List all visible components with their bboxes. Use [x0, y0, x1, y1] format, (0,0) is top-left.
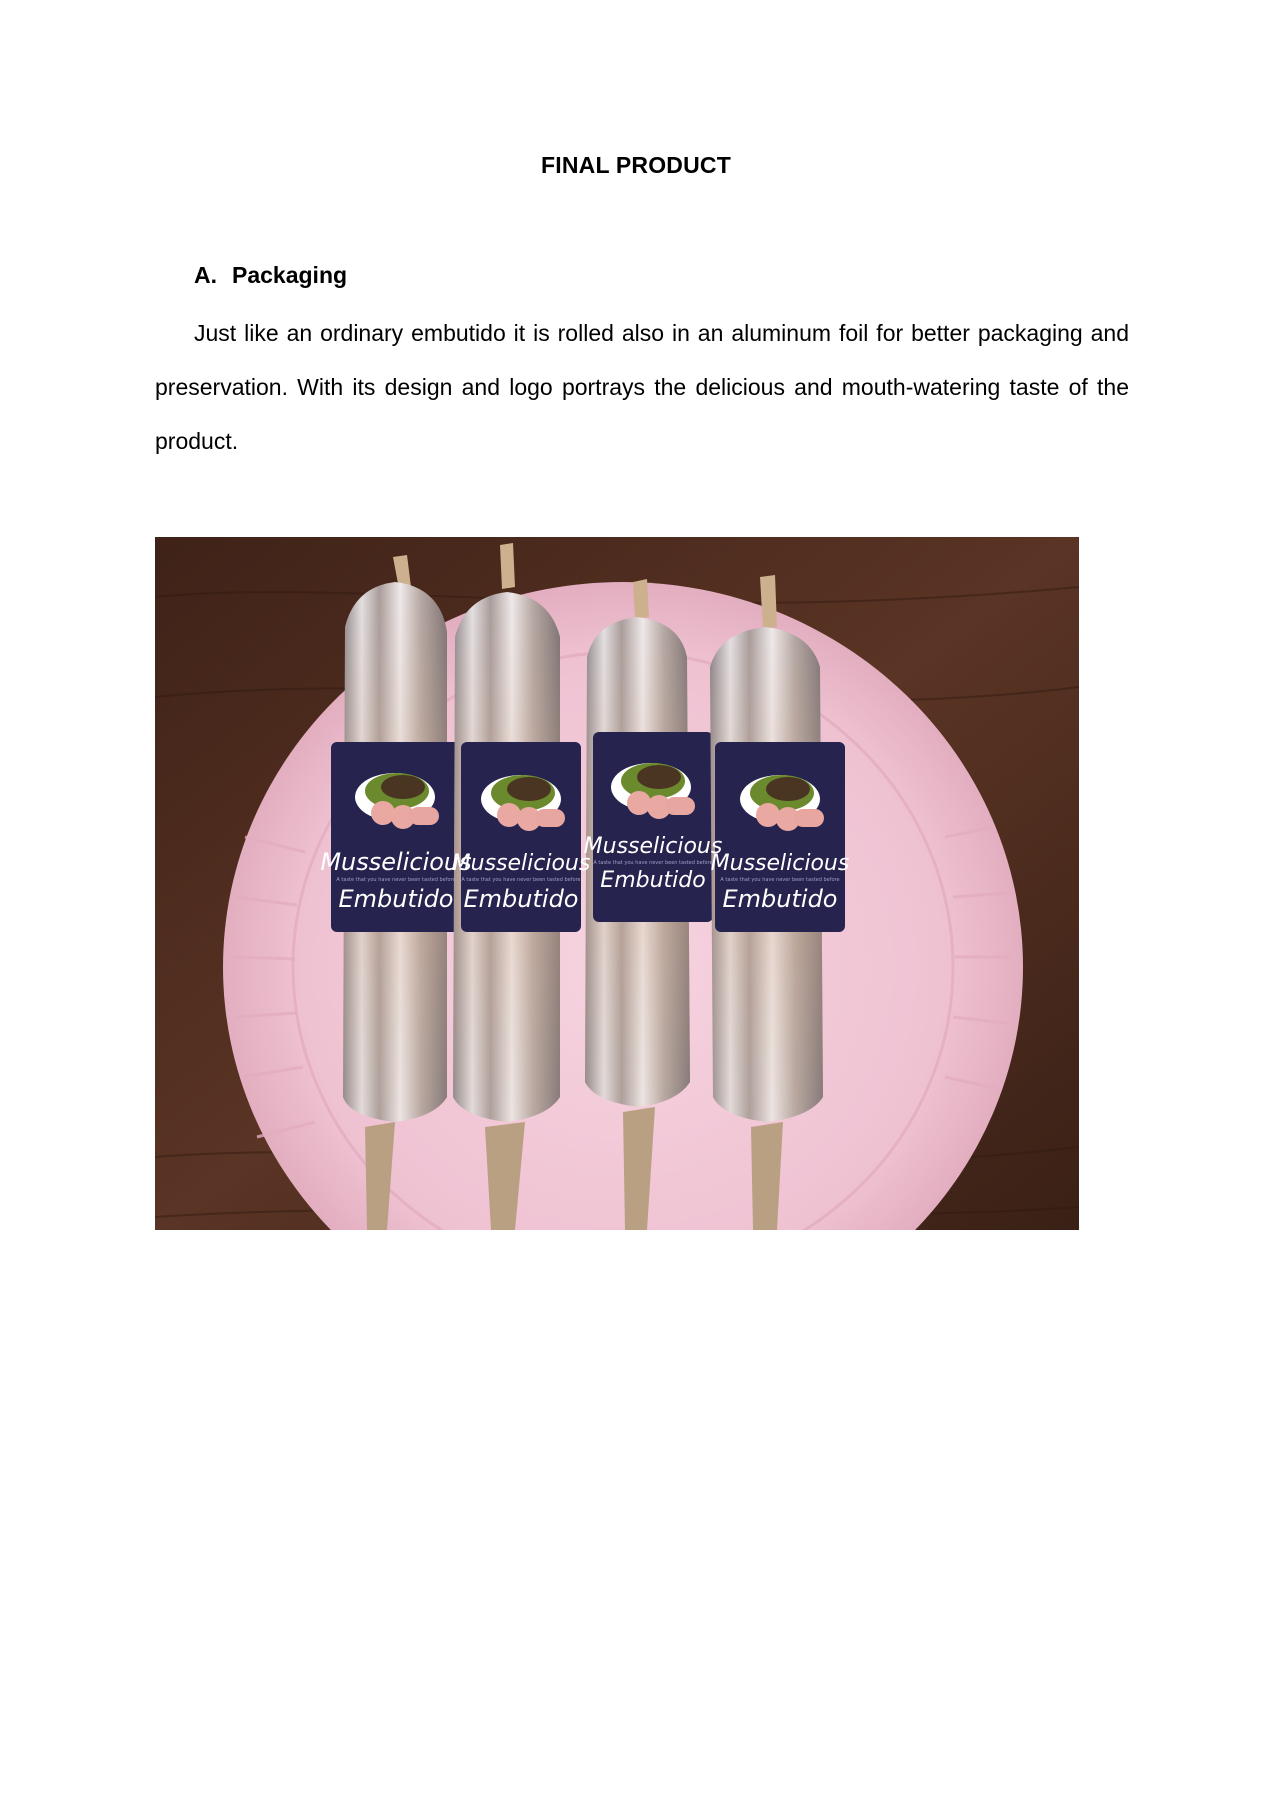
label-product-4: Embutido: [723, 885, 838, 913]
section-letter: A.: [194, 262, 217, 288]
body-paragraph: Just like an ordinary embutido it is rol…: [155, 320, 1129, 454]
label-product-1: Embutido: [339, 885, 454, 913]
product-photo: Musselicious Embutido Musselicious Embut…: [155, 537, 1079, 1230]
label-tagline-1: A taste that you have never been tasted …: [336, 877, 455, 883]
label-brand-3: Musselicious: [584, 834, 723, 859]
section-heading: A. Packaging: [194, 262, 347, 289]
label-tagline-4: A taste that you have never been tasted …: [720, 877, 839, 883]
label-brand-2: Musselicious: [452, 851, 591, 876]
label-brand-1: Musselicious: [320, 848, 471, 876]
label-brand-4: Musselicious: [711, 851, 850, 876]
label-tagline-3: A taste that you have never been tasted …: [593, 860, 712, 866]
label-product-3: Embutido: [600, 868, 705, 893]
section-heading-text: Packaging: [232, 262, 348, 288]
label-product-2: Embutido: [464, 885, 579, 913]
page-title: FINAL PRODUCT: [540, 152, 731, 178]
label-tagline-2: A taste that you have never been tasted …: [461, 877, 580, 883]
